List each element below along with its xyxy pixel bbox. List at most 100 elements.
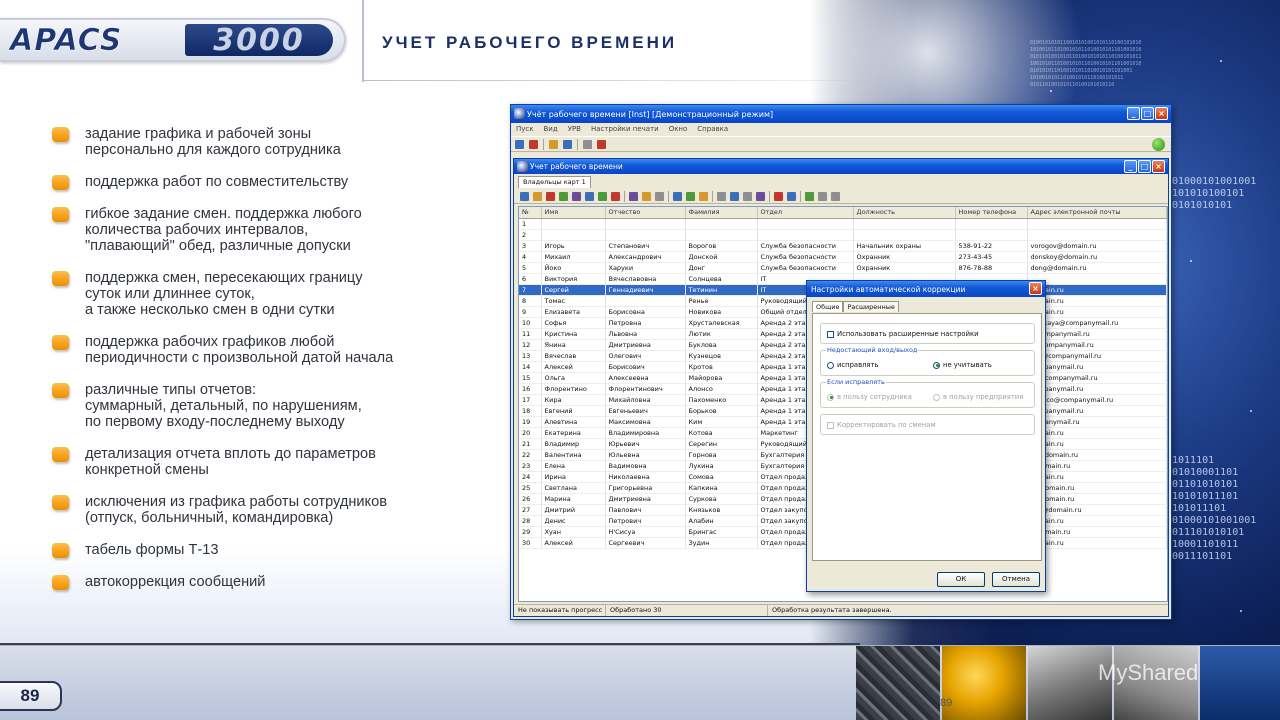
toolbar-icon[interactable] <box>717 191 726 201</box>
bullet-marker-icon <box>52 575 69 590</box>
menu-item-urv[interactable]: УРВ <box>568 125 581 133</box>
table-cell: Сергей <box>541 284 606 296</box>
table-cell: 18 <box>519 405 542 417</box>
radio-fix-button[interactable] <box>827 361 834 369</box>
toolbar-icon[interactable] <box>585 191 594 201</box>
table-row[interactable]: 5 Йоко Харуки Донг Служба безопасности Охранн… <box>519 262 1167 274</box>
table-cell: Евгеньевич <box>605 405 686 417</box>
table-cell: Тетинин <box>685 284 758 296</box>
tab-advanced[interactable]: Расширенные <box>843 301 899 312</box>
table-row[interactable]: 3 Игорь Степанович Ворогов Служба безопаснос… <box>519 240 1167 252</box>
toolbar-icon[interactable] <box>611 191 620 201</box>
toolbar-icon[interactable] <box>787 191 796 201</box>
menu-item-view[interactable]: Вид <box>543 125 557 133</box>
dialog-title-bar[interactable]: Настройки автоматической коррекции × <box>807 281 1045 297</box>
table-cell <box>1027 218 1167 230</box>
column-header[interactable]: Отдел <box>757 207 854 219</box>
radio-company-button[interactable] <box>933 393 940 401</box>
table-cell: 15 <box>519 372 542 384</box>
table-cell: 8 <box>519 295 542 307</box>
minimize-button[interactable]: _ <box>1127 107 1140 120</box>
table-cell: Ольга <box>541 372 606 384</box>
stop-icon[interactable] <box>831 191 840 201</box>
table-row[interactable]: 4 Михаил Александрович Донской Служба безопа… <box>519 251 1167 263</box>
status-indicator-icon[interactable] <box>1152 138 1165 151</box>
toolbar-icon[interactable] <box>629 191 638 201</box>
menu-item-print-settings[interactable]: Настройки печати <box>591 125 659 133</box>
toolbar-icon[interactable] <box>655 191 664 201</box>
dialog-panel: Использовать расширенные настройки Недос… <box>812 313 1042 561</box>
child-title: Учет рабочего времени <box>530 162 623 171</box>
child-title-bar[interactable]: Учет рабочего времени _ □ × <box>514 159 1168 174</box>
table-cell: 13 <box>519 350 542 362</box>
column-header[interactable]: Адрес электронной почты <box>1027 207 1167 219</box>
table-cell: Олегович <box>605 350 686 362</box>
cancel-button[interactable]: Отмена <box>992 572 1040 587</box>
ok-button[interactable]: ОК <box>937 572 985 587</box>
status-bar: Не показывать прогресс Обработано 30 Обр… <box>514 604 1168 616</box>
table-cell <box>541 218 606 230</box>
radio-employee-label: в пользу сотрудника <box>837 393 912 401</box>
radio-employee-button[interactable] <box>827 393 834 401</box>
use-extended-checkbox[interactable] <box>827 330 834 338</box>
toolbar-icon[interactable] <box>756 191 765 201</box>
table-row[interactable]: 2 <box>519 229 1167 241</box>
table-row[interactable]: 1 <box>519 218 1167 230</box>
toolbar-icon[interactable] <box>673 191 682 201</box>
column-header[interactable]: № <box>519 207 542 219</box>
radio-company[interactable]: в пользу предприятия <box>933 393 1023 401</box>
report-icon[interactable] <box>563 139 572 149</box>
pause-icon[interactable] <box>818 191 827 201</box>
toolbar-icon[interactable] <box>686 191 695 201</box>
toolbar-icon[interactable] <box>559 191 568 201</box>
radio-employee[interactable]: в пользу сотрудника <box>827 393 912 401</box>
toolbar-icon[interactable] <box>730 191 739 201</box>
toolbar-icon[interactable] <box>699 191 708 201</box>
column-header[interactable]: Имя <box>541 207 606 219</box>
play-icon[interactable] <box>805 191 814 201</box>
toolbar-icon[interactable] <box>774 191 783 201</box>
status-message: Обработка результата завершена. <box>772 606 892 614</box>
correct-by-shift-checkbox[interactable] <box>827 421 834 429</box>
table-cell: Янина <box>541 339 606 351</box>
dialog-close-button[interactable]: × <box>1029 282 1042 295</box>
child-close-button[interactable]: × <box>1152 160 1165 173</box>
column-header[interactable]: Должность <box>853 207 956 219</box>
child-maximize-button[interactable]: □ <box>1138 160 1151 173</box>
close-button[interactable]: × <box>1155 107 1168 120</box>
cancel-icon[interactable] <box>597 139 606 149</box>
toolbar-icon[interactable] <box>572 191 581 201</box>
child-minimize-button[interactable]: _ <box>1124 160 1137 173</box>
toolbar-icon[interactable] <box>642 191 651 201</box>
toolbar-icon[interactable] <box>520 191 529 201</box>
radio-fix[interactable]: исправлять <box>827 361 878 369</box>
table-cell: Сергеевич <box>605 537 686 549</box>
connect-icon[interactable] <box>515 139 524 149</box>
tab-general[interactable]: Общие <box>812 301 844 312</box>
column-header[interactable]: Фамилия <box>685 207 758 219</box>
menu-item-help[interactable]: Справка <box>697 125 728 133</box>
print-icon[interactable] <box>743 191 752 201</box>
disconnect-icon[interactable] <box>529 139 538 149</box>
page-number-small: 89 <box>940 697 953 709</box>
tab-card-owners[interactable]: Владельцы карт 1 <box>518 176 591 188</box>
toolbar-icon[interactable] <box>533 191 542 201</box>
radio-ignore[interactable]: не учитывать <box>933 361 992 369</box>
bars-icon[interactable] <box>583 139 592 149</box>
table-cell: 30 <box>519 537 542 549</box>
table-cell <box>685 218 758 230</box>
menu-item-window[interactable]: Окно <box>669 125 688 133</box>
toolbar-icon[interactable] <box>546 191 555 201</box>
table-cell: 27 <box>519 504 542 516</box>
print-icon[interactable] <box>549 139 558 149</box>
radio-ignore-button[interactable] <box>933 361 940 369</box>
menu-item-start[interactable]: Пуск <box>516 125 533 133</box>
app-title-bar[interactable]: Учёт рабочего времени [Inst] [Демонстрац… <box>511 105 1171 123</box>
table-cell: Дмитриевна <box>605 339 686 351</box>
table-cell: companymail.ru <box>1027 361 1167 373</box>
table-cell: Ирина <box>541 471 606 483</box>
column-header[interactable]: Номер телефона <box>955 207 1028 219</box>
maximize-button[interactable]: □ <box>1141 107 1154 120</box>
toolbar-icon[interactable] <box>598 191 607 201</box>
column-header[interactable]: Отчество <box>605 207 686 219</box>
